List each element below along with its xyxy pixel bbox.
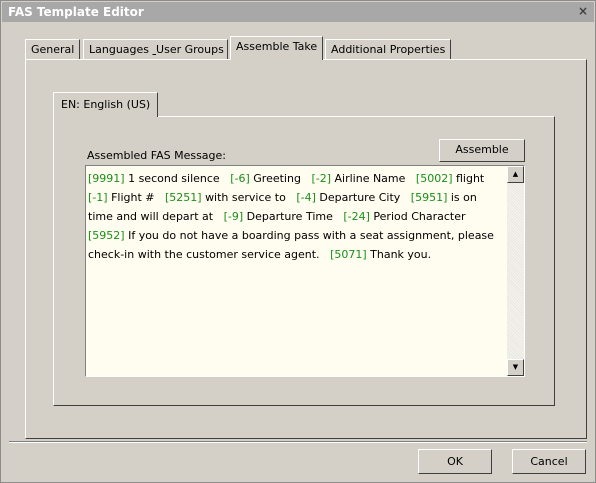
tab-additional-properties[interactable]: Additional Properties [325, 39, 452, 59]
tab-general[interactable]: General [25, 39, 81, 59]
message-segment-text: Greeting [253, 172, 301, 185]
assembled-message-textbox[interactable]: [9991] 1 second silence [-6] Greeting [-… [85, 165, 525, 377]
message-code: [-9] [223, 210, 244, 223]
title-bar: FAS Template Editor × [2, 2, 594, 22]
window-title: FAS Template Editor [8, 5, 144, 19]
message-segment-text: Airline Name [334, 172, 406, 185]
assembled-message-label: Assembled FAS Message: [87, 149, 226, 162]
message-segment-text: with service to [205, 191, 286, 204]
vertical-scrollbar[interactable]: ▲ ▼ [507, 166, 524, 376]
message-segment-text: flight [455, 172, 485, 185]
assemble-button[interactable]: Assemble [439, 139, 525, 162]
tab-label: Assemble Take [236, 40, 318, 53]
tab-label: General [31, 43, 75, 56]
message-segment-text: Departure City [319, 191, 401, 204]
scroll-down-icon[interactable]: ▼ [507, 359, 524, 376]
close-icon[interactable]: × [576, 5, 590, 18]
tab-label: Additional Properties [331, 43, 446, 56]
footer-separator [9, 441, 587, 443]
fas-template-editor-window: FAS Template Editor × General Languages … [0, 0, 596, 483]
message-code: [5002] [415, 172, 453, 185]
message-segment-text: Thank you. [370, 248, 432, 261]
message-code: [-4] [296, 191, 316, 204]
message-code: [-6] [230, 172, 250, 185]
tab-languages-user-groups[interactable]: Languages User Groups [83, 39, 228, 59]
language-tab-label: EN: English (US) [61, 98, 151, 111]
tab-language-en[interactable]: EN: English (US) [53, 92, 159, 117]
message-segment-text: 1 second silence [128, 172, 220, 185]
message-segment-text: If you do not have a boarding pass with … [88, 229, 494, 261]
scroll-up-icon[interactable]: ▲ [507, 166, 524, 183]
message-code: [5071] [330, 248, 367, 261]
assembled-message-text: [9991] 1 second silence [-6] Greeting [-… [88, 169, 498, 264]
message-code: [5251] [164, 191, 202, 204]
message-code: [-2] [311, 172, 331, 185]
ok-button[interactable]: OK [418, 449, 492, 474]
tab-label-user-groups: User Groups [156, 43, 224, 56]
message-code: [-1] [88, 191, 108, 204]
message-code: [9991] [88, 172, 125, 185]
message-code: [-24] [343, 210, 370, 223]
message-segment-text: Departure Time [246, 210, 333, 223]
tab-label-languages: Languages [89, 43, 150, 56]
tab-assemble-take[interactable]: Assemble Take [230, 36, 324, 60]
cancel-button[interactable]: Cancel [512, 449, 586, 474]
message-segment-text: Flight # [111, 191, 155, 204]
message-segment-text: Period Character [373, 210, 466, 223]
message-code: [5951] [410, 191, 448, 204]
message-code: [5952] [88, 229, 125, 242]
